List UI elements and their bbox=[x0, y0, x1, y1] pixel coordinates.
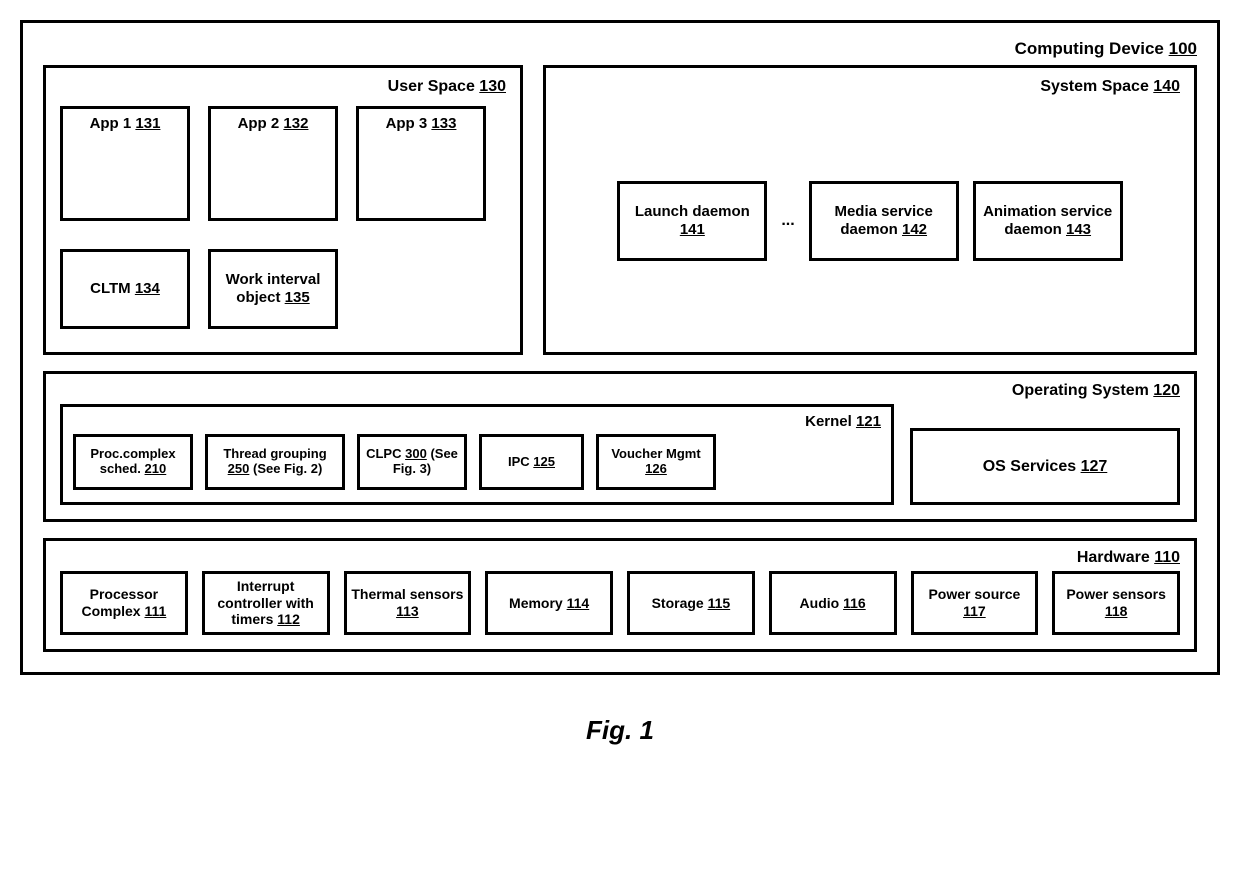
app-1-box: App 1 131 bbox=[60, 106, 190, 221]
voucher-mgmt-box: Voucher Mgmt 126 bbox=[596, 434, 716, 490]
launch-daemon-box: Launch daemon 141 bbox=[617, 181, 767, 261]
ellipsis: ... bbox=[781, 212, 794, 230]
system-space-box: System Space 140 Launch daemon 141 ... M… bbox=[543, 65, 1197, 355]
top-row: User Space 130 App 1 131 App 2 132 App 3… bbox=[43, 65, 1197, 355]
apps-row: App 1 131 App 2 132 App 3 133 bbox=[60, 106, 506, 221]
interrupt-controller-box: Interrupt controller with timers 112 bbox=[202, 571, 330, 635]
user-space-label: User Space 130 bbox=[60, 78, 506, 96]
app-2-box: App 2 132 bbox=[208, 106, 338, 221]
thread-grouping-box: Thread grouping 250 (See Fig. 2) bbox=[205, 434, 345, 490]
hardware-row: Processor Complex 111 Interrupt controll… bbox=[60, 571, 1180, 635]
work-interval-box: Work interval object 135 bbox=[208, 249, 338, 329]
computing-device-label: Computing Device 100 bbox=[43, 39, 1197, 59]
kernel-label: Kernel 121 bbox=[73, 413, 881, 430]
user-space-box: User Space 130 App 1 131 App 2 132 App 3… bbox=[43, 65, 523, 355]
media-daemon-box: Media service daemon 142 bbox=[809, 181, 959, 261]
operating-system-label: Operating System 120 bbox=[60, 382, 1180, 400]
app-3-box: App 3 133 bbox=[356, 106, 486, 221]
power-sensors-box: Power sensors 118 bbox=[1052, 571, 1180, 635]
storage-box: Storage 115 bbox=[627, 571, 755, 635]
cltm-row: CLTM 134 Work interval object 135 bbox=[60, 249, 506, 329]
animation-daemon-box: Animation service daemon 143 bbox=[973, 181, 1123, 261]
proc-sched-box: Proc.complex sched. 210 bbox=[73, 434, 193, 490]
memory-box: Memory 114 bbox=[485, 571, 613, 635]
daemon-row: Launch daemon 141 ... Media service daem… bbox=[560, 106, 1180, 336]
hardware-label: Hardware 110 bbox=[60, 549, 1180, 567]
cltm-box: CLTM 134 bbox=[60, 249, 190, 329]
thermal-sensors-box: Thermal sensors 113 bbox=[344, 571, 472, 635]
system-space-label: System Space 140 bbox=[560, 78, 1180, 96]
power-source-box: Power source 117 bbox=[911, 571, 1039, 635]
clpc-box: CLPC 300 (See Fig. 3) bbox=[357, 434, 467, 490]
kernel-row: Proc.complex sched. 210 Thread grouping … bbox=[73, 434, 881, 490]
hardware-box: Hardware 110 Processor Complex 111 Inter… bbox=[43, 538, 1197, 652]
audio-box: Audio 116 bbox=[769, 571, 897, 635]
os-inner-row: Kernel 121 Proc.complex sched. 210 Threa… bbox=[60, 404, 1180, 505]
ipc-box: IPC 125 bbox=[479, 434, 584, 490]
processor-complex-box: Processor Complex 111 bbox=[60, 571, 188, 635]
os-services-box: OS Services 127 bbox=[910, 428, 1180, 505]
operating-system-box: Operating System 120 Kernel 121 Proc.com… bbox=[43, 371, 1197, 522]
kernel-box: Kernel 121 Proc.complex sched. 210 Threa… bbox=[60, 404, 894, 505]
figure-caption: Fig. 1 bbox=[20, 715, 1220, 746]
computing-device-box: Computing Device 100 User Space 130 App … bbox=[20, 20, 1220, 675]
